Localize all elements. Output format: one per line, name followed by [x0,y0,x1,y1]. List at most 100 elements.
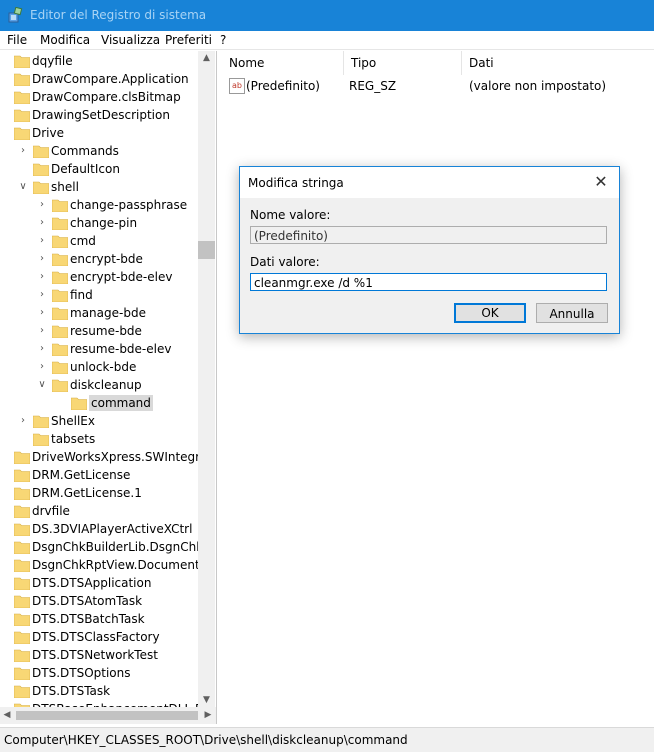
tree-item-label: DTS.DTSBatchTask [32,612,145,626]
tree-item[interactable]: › Commands [0,142,198,160]
folder-icon [14,505,30,518]
tree-item[interactable]: DrawCompare.Application [0,70,198,88]
tree-item-label: encrypt-bde [70,252,143,266]
scroll-thumb[interactable] [198,241,215,259]
hscroll-thumb[interactable] [16,711,198,720]
tree-horizontal-scrollbar[interactable]: ◀ ▶ [0,707,217,724]
scroll-right-icon[interactable]: ▶ [201,707,215,724]
tree-item[interactable]: DTS.DTSNetworkTest [0,646,198,664]
chevron-right-icon[interactable]: › [36,325,48,337]
tree-item[interactable]: DS.3DVIAPlayerActiveXCtrl [0,520,198,538]
chevron-right-icon[interactable]: › [36,271,48,283]
folder-icon [52,307,68,320]
status-bar: Computer\HKEY_CLASSES_ROOT\Drive\shell\d… [0,727,654,752]
folder-icon [33,415,49,428]
tree-item[interactable]: DriveWorksXpress.SWIntegratio [0,448,198,466]
tree-item[interactable]: dqyfile [0,52,198,70]
scroll-left-icon[interactable]: ◀ [0,707,14,724]
tree-item[interactable]: DRM.GetLicense.1 [0,484,198,502]
tree-item-label: command [89,395,153,411]
tree-item[interactable]: ∨ diskcleanup [0,376,198,394]
tree-item[interactable]: DRM.GetLicense [0,466,198,484]
tree-item[interactable]: DsgnChkRptView.Document [0,556,198,574]
ok-button[interactable]: OK [454,303,526,323]
folder-icon [33,433,49,446]
tree-item[interactable]: ∨ shell [0,178,198,196]
cancel-button[interactable]: Annulla [536,303,608,323]
menu-visualizza[interactable]: Visualizza [101,33,160,47]
scroll-up-icon[interactable]: ▲ [198,51,215,65]
menu-file[interactable]: File [7,33,27,47]
column-header-name[interactable]: Nome [221,51,344,75]
tree-item-label: DTS.DTSNetworkTest [32,648,158,662]
chevron-right-icon[interactable]: › [36,307,48,319]
registry-tree[interactable]: dqyfile DrawCompare.Application DrawCompar… [0,51,217,707]
chevron-right-icon[interactable]: › [17,145,29,157]
tree-item[interactable]: Drive [0,124,198,142]
tree-item[interactable]: DTS.DTSApplication [0,574,198,592]
tree-item[interactable]: › encrypt-bde-elev [0,268,198,286]
tree-item-label: DefaultIcon [51,162,120,176]
folder-icon [14,487,30,500]
menu-preferiti[interactable]: Preferiti [165,33,212,47]
value-name: (Predefinito) [246,79,320,93]
folder-icon [14,559,30,572]
chevron-right-icon[interactable]: › [36,361,48,373]
menu-help[interactable]: ? [220,33,226,47]
tree-item[interactable]: › change-passphrase [0,196,198,214]
chevron-right-icon[interactable]: › [36,217,48,229]
tree-item[interactable]: DefaultIcon [0,160,198,178]
tree-item[interactable]: › change-pin [0,214,198,232]
folder-icon [33,145,49,158]
menu-separator [0,49,654,50]
tree-item[interactable]: › resume-bde-elev [0,340,198,358]
chevron-right-icon[interactable]: › [36,253,48,265]
tree-item[interactable]: DTS.DTSAtomTask [0,592,198,610]
column-header-type[interactable]: Tipo [343,51,462,75]
folder-icon [52,253,68,266]
folder-icon [14,649,30,662]
tree-item[interactable]: › cmd [0,232,198,250]
value-data-input[interactable]: cleanmgr.exe /d %1 [250,273,607,291]
tree-item[interactable]: DsgnChkBuilderLib.DsgnChkBu [0,538,198,556]
tree-item[interactable]: › manage-bde [0,304,198,322]
chevron-right-icon[interactable]: › [36,289,48,301]
chevron-right-icon[interactable]: › [36,199,48,211]
chevron-right-icon[interactable]: › [36,343,48,355]
tree-item[interactable]: › find [0,286,198,304]
tree-item[interactable]: › ShellEx [0,412,198,430]
tree-item-label: DTS.DTSTask [32,684,111,698]
tree-item[interactable]: › unlock-bde [0,358,198,376]
menu-modifica[interactable]: Modifica [40,33,90,47]
close-icon[interactable]: ✕ [591,172,611,192]
tree-item[interactable]: command [0,394,198,412]
tree-item-label: dqyfile [32,54,73,68]
tree-item[interactable]: DTSBaseEnhancementDLL.DTSB [0,700,198,707]
tree-item[interactable]: DTS.DTSOptions [0,664,198,682]
folder-icon [14,73,30,86]
scroll-down-icon[interactable]: ▼ [198,693,215,707]
tree-item[interactable]: DrawCompare.clsBitmap [0,88,198,106]
chevron-right-icon[interactable]: › [36,235,48,247]
tree-item-label: ShellEx [51,414,95,428]
folder-icon [14,55,30,68]
chevron-down-icon[interactable]: ∨ [36,379,48,391]
chevron-down-icon[interactable]: ∨ [17,181,29,193]
tree-item[interactable]: tabsets [0,430,198,448]
tree-item[interactable]: DrawingSetDescription [0,106,198,124]
tree-item-label: find [70,288,93,302]
tree-item[interactable]: DTS.DTSBatchTask [0,610,198,628]
folder-icon [14,91,30,104]
folder-icon [52,289,68,302]
folder-icon [14,685,30,698]
tree-item[interactable]: › resume-bde [0,322,198,340]
column-header-data[interactable]: Dati [461,51,653,75]
values-list[interactable]: Nome Tipo Dati ab (Predefinito) REG_SZ (… [221,51,654,724]
menu-bar: File Modifica Visualizza Preferiti ? [0,31,654,49]
tree-item[interactable]: drvfile [0,502,198,520]
chevron-right-icon[interactable]: › [17,415,29,427]
tree-item[interactable]: DTS.DTSClassFactory [0,628,198,646]
tree-vertical-scrollbar[interactable]: ▲ ▼ [198,51,215,707]
tree-item[interactable]: DTS.DTSTask [0,682,198,700]
tree-item[interactable]: › encrypt-bde [0,250,198,268]
